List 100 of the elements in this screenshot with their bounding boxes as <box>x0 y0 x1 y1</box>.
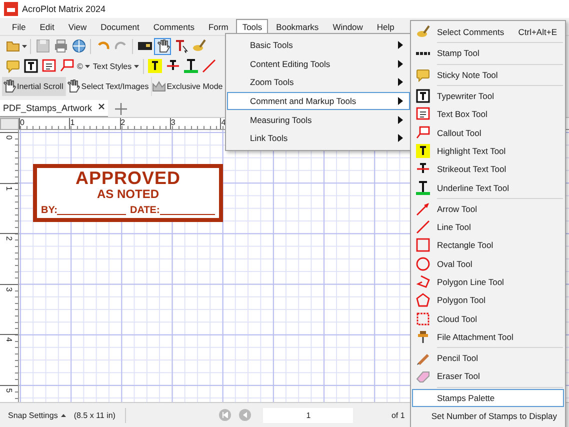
submenu-arrow-icon <box>398 78 403 86</box>
mode-button[interactable]: Select Text/Images <box>66 76 152 96</box>
globe-button[interactable] <box>70 38 87 54</box>
submenu-arrow-icon <box>398 41 403 50</box>
brush-icon <box>416 25 430 40</box>
snap-settings-button[interactable]: Snap Settings <box>8 410 66 420</box>
menu-item[interactable]: File Attachment Tool <box>412 328 564 346</box>
menu-item[interactable]: Help <box>370 19 400 35</box>
highlight-tool-button[interactable] <box>146 58 164 74</box>
ruler-number: 1 <box>4 186 14 190</box>
menu-item[interactable]: Form <box>202 19 234 35</box>
first-page-icon <box>222 412 228 418</box>
save-icon <box>36 39 50 53</box>
textbox-tool-button[interactable] <box>40 58 57 74</box>
ruler-number: 0 <box>4 135 14 140</box>
mode-button[interactable]: Inertial Scroll <box>2 76 66 96</box>
ruler-number: 5 <box>4 388 14 393</box>
menu-item[interactable]: Strikeout Text Tool <box>412 160 564 178</box>
document-tab[interactable]: PDF_Stamps_Artwork <box>0 100 108 117</box>
submenu-arrow-icon <box>398 97 403 106</box>
eraser-icon <box>416 369 430 384</box>
hand-icon <box>156 39 170 53</box>
circle-icon <box>416 256 430 271</box>
callout-icon <box>416 126 430 140</box>
menu-item[interactable]: Bookmarks <box>270 19 325 35</box>
menu-item[interactable]: Zoom Tools <box>227 73 410 92</box>
page-count: of 1 <box>391 410 405 420</box>
ruler-number: 1 <box>69 118 120 129</box>
page-size-label: (8.5 x 11 in) <box>74 410 116 420</box>
menu-item[interactable]: Basic Tools <box>227 36 410 55</box>
menu-item[interactable]: Pencil Tool <box>412 349 564 368</box>
pentagon-icon <box>416 293 430 308</box>
line-icon <box>202 59 216 73</box>
text-style-symbol-dropdown[interactable]: © <box>76 62 91 70</box>
line-tool-button[interactable] <box>200 58 218 74</box>
menu-item[interactable]: Comment and Markup Tools <box>227 92 410 110</box>
caret-icon <box>84 64 90 68</box>
typewriter-icon <box>24 59 38 73</box>
stamp-title: APPROVED <box>75 169 181 188</box>
submenu-arrow-icon <box>398 116 403 124</box>
cloud-icon <box>416 312 430 326</box>
menu-item[interactable]: Oval Tool <box>412 254 564 273</box>
speech-bubble-icon <box>6 59 20 73</box>
menu-item[interactable]: Select Comments Ctrl+Alt+E <box>412 23 564 42</box>
menu-item[interactable]: Line Tool <box>412 218 564 236</box>
arrow-icon <box>416 202 430 216</box>
ruler-number: 3 <box>170 118 220 129</box>
crown-icon <box>152 79 166 93</box>
stamp-field-label: BY: <box>41 205 58 216</box>
menu-item[interactable]: Callout Tool <box>412 123 564 142</box>
menu-item[interactable]: Cloud Tool <box>412 309 564 328</box>
menu-item[interactable]: Typewriter Tool <box>412 86 564 106</box>
rectangle-icon <box>416 238 430 252</box>
callout-icon <box>60 59 74 73</box>
menu-item[interactable]: Text Box Tool <box>412 105 564 124</box>
highlight-icon <box>148 59 162 73</box>
menu-item[interactable]: Polygon Tool <box>412 291 564 310</box>
speech-bubble-icon <box>416 68 430 82</box>
menu-item[interactable]: Link Tools <box>227 128 410 148</box>
menu-item[interactable]: Highlight Text Tool <box>412 142 564 160</box>
menu-item[interactable]: Document <box>94 19 146 35</box>
hand-icon <box>2 79 16 93</box>
menu-item[interactable]: View <box>62 19 93 35</box>
ruler-corner <box>0 118 19 130</box>
menu-item[interactable]: Underline Text Tool <box>412 178 564 197</box>
menu-item[interactable]: File <box>6 19 32 35</box>
menu-item[interactable]: Window <box>326 19 369 35</box>
menu-item[interactable]: Edit <box>34 19 60 35</box>
menu-item[interactable]: Stamp Tool <box>412 44 564 63</box>
new-tab-button[interactable] <box>112 100 130 117</box>
ruler-number: 2 <box>120 118 170 129</box>
pushpin-icon <box>416 330 430 344</box>
ruler-number: 0 <box>19 118 70 129</box>
polyline-icon <box>416 275 430 289</box>
menu-item[interactable]: Rectangle Tool <box>412 236 564 255</box>
menu-item[interactable]: Set Number of Stamps to Display <box>412 406 564 426</box>
menu-item[interactable]: Polygon Line Tool <box>412 272 564 292</box>
ticket-icon <box>138 39 152 53</box>
strikeout-icon <box>166 59 180 73</box>
previous-page-icon <box>242 412 248 418</box>
submenu-arrow-icon <box>398 60 403 68</box>
plus-icon <box>114 102 127 114</box>
menu-item[interactable]: Eraser Tool <box>412 367 564 386</box>
type-tool-button[interactable] <box>22 58 39 74</box>
text-styles-dropdown[interactable]: Text Styles <box>92 62 140 70</box>
under-tool-button[interactable] <box>182 58 200 74</box>
dash-icon <box>416 52 430 55</box>
menu-item[interactable]: Comments <box>147 19 200 35</box>
page-number-field[interactable]: 1 <box>263 408 354 422</box>
menu-item[interactable]: Arrow Tool <box>412 200 564 218</box>
menu-item[interactable]: Content Editing Tools <box>227 54 410 74</box>
hand-tool-button[interactable] <box>154 38 171 54</box>
stamp-field-label: DATE: <box>130 205 160 216</box>
text-box-icon <box>42 59 56 73</box>
menu-item[interactable]: Sticky Note Tool <box>412 66 564 84</box>
menu-item[interactable]: Stamps Palette <box>412 388 564 407</box>
text-cursor-icon <box>174 39 188 53</box>
ruler-number: 3 <box>4 287 14 292</box>
submenu-arrow-icon <box>398 134 403 142</box>
printer-icon <box>54 39 68 53</box>
